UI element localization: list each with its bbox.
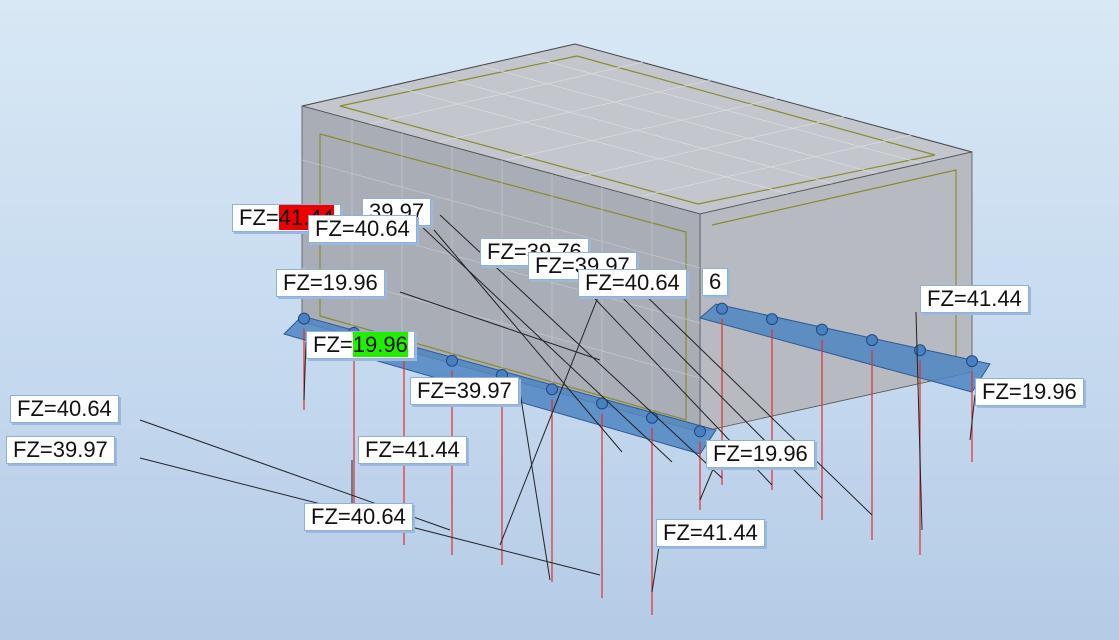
min-value-highlight: 19.96 <box>352 332 408 357</box>
support-node[interactable] <box>446 354 458 367</box>
reaction-label[interactable]: FZ=40.64 <box>578 269 687 297</box>
model-drawing <box>139 43 991 615</box>
reaction-label[interactable]: FZ=39.97 <box>6 436 115 464</box>
reaction-label[interactable]: FZ=40.64 <box>304 503 413 531</box>
reaction-label[interactable]: FZ=41.44 <box>358 436 467 464</box>
support-node[interactable] <box>816 323 828 336</box>
support-node[interactable] <box>716 302 728 315</box>
support-node[interactable] <box>866 334 878 347</box>
support-node[interactable] <box>966 355 978 368</box>
reaction-label[interactable]: FZ=41.44 <box>656 519 765 547</box>
reaction-label[interactable]: FZ=39.97 <box>410 377 519 405</box>
reaction-label[interactable]: FZ=19.96 <box>706 440 815 468</box>
reaction-label[interactable]: FZ=40.64 <box>10 395 119 423</box>
support-node[interactable] <box>914 344 926 357</box>
model-viewport[interactable]: FZ=41.44 39.97 FZ=40.64 FZ=39.76 FZ=39.9… <box>0 0 1119 640</box>
leader-line <box>651 539 661 593</box>
reaction-label[interactable]: FZ=41.44 <box>920 285 1029 313</box>
reaction-label[interactable]: FZ=40.64 <box>308 215 417 243</box>
support-node[interactable] <box>646 411 658 424</box>
support-node[interactable] <box>298 312 310 325</box>
reaction-label[interactable]: FZ=19.96 <box>276 269 385 297</box>
support-node[interactable] <box>694 425 706 438</box>
reaction-label[interactable]: FZ=19.96 <box>975 378 1084 406</box>
support-node[interactable] <box>546 383 558 396</box>
reaction-label[interactable]: FZ=19.96 <box>306 331 415 359</box>
reaction-label[interactable]: 6 <box>702 268 729 296</box>
leader-line <box>519 391 551 581</box>
support-node[interactable] <box>766 313 778 326</box>
